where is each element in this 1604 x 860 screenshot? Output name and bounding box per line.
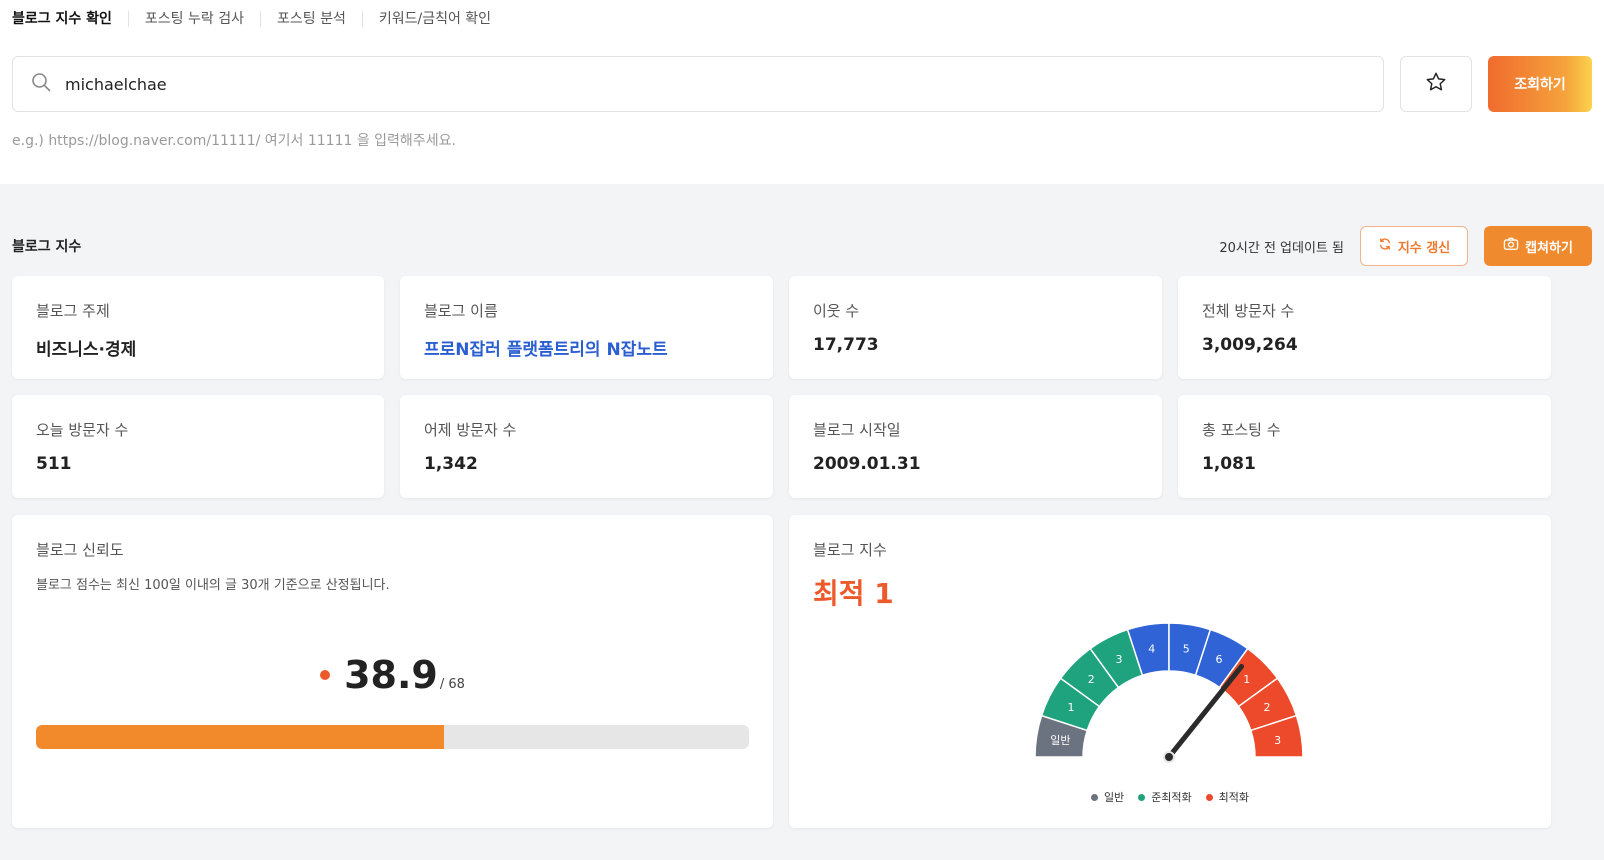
stat-card-start-date: 블로그 시작일 2009.01.31: [789, 395, 1162, 498]
gauge-segment-label: 4: [1148, 642, 1155, 655]
legend-item: 일반: [1090, 789, 1125, 805]
gauge-needle-hub: [1163, 751, 1175, 763]
legend-dot: [1138, 793, 1146, 801]
index-label: 블로그 지수: [813, 541, 887, 559]
query-button[interactable]: 조회하기: [1488, 56, 1592, 112]
stat-label: 총 포스팅 수: [1202, 421, 1281, 439]
legend-dot: [1090, 793, 1098, 801]
tab-blog-index[interactable]: 블로그 지수 확인: [12, 11, 128, 27]
legend-label: 일반: [1103, 791, 1125, 804]
gauge-segment-label: 2: [1088, 673, 1095, 686]
trust-score: 38.9 / 68: [12, 653, 773, 697]
refresh-index-button[interactable]: 지수 갱신: [1360, 226, 1468, 266]
gauge-segment-label: 2: [1264, 701, 1271, 714]
updated-text: 20시간 전 업데이트 됨: [1219, 240, 1344, 256]
gauge-needle: [1166, 663, 1245, 760]
score-max: / 68: [439, 677, 465, 692]
stat-value: 3,009,264: [1202, 335, 1298, 355]
search-box: [12, 56, 1384, 112]
section-title: 블로그 지수: [12, 239, 82, 255]
gauge-segment-label: 6: [1215, 653, 1222, 666]
gauge-segment-label: 1: [1067, 701, 1074, 714]
stat-label: 블로그 이름: [424, 302, 498, 320]
search-input[interactable]: [65, 74, 1365, 94]
trust-progress-bar: [36, 725, 749, 749]
stat-label: 블로그 주제: [36, 302, 110, 320]
refresh-label: 지수 갱신: [1397, 240, 1451, 256]
stat-label: 이웃 수: [813, 302, 860, 320]
gauge-segment-label: 3: [1116, 653, 1123, 666]
capture-label: 캡쳐하기: [1525, 240, 1573, 256]
camera-icon: [1503, 237, 1519, 255]
stat-value: 2009.01.31: [813, 454, 921, 474]
search-row: 조회하기: [12, 56, 1592, 112]
trust-progress-fill: [36, 725, 444, 749]
blog-name-link[interactable]: 프로N잡러 플랫폼트리의 N잡노트: [424, 335, 749, 360]
section-header: 블로그 지수 20시간 전 업데이트 됨 지수 갱신 캡쳐하기: [12, 226, 1592, 266]
stat-card-total-posts: 총 포스팅 수 1,081: [1178, 395, 1551, 498]
index-gauge: 일반 1 2 3 4 5 6 1 2 3: [1034, 622, 1304, 763]
legend-item: 최적화: [1205, 789, 1250, 805]
stat-card-blog-name: 블로그 이름 프로N잡러 플랫폼트리의 N잡노트: [400, 276, 773, 379]
stat-value: 비즈니스·경제: [36, 340, 137, 360]
trust-description: 블로그 점수는 최신 100일 이내의 글 30개 기준으로 산정됩니다.: [36, 578, 390, 593]
stat-card-topic: 블로그 주제 비즈니스·경제: [12, 276, 384, 379]
trust-card: 블로그 신뢰도 블로그 점수는 최신 100일 이내의 글 30개 기준으로 산…: [12, 515, 773, 828]
stat-label: 전체 방문자 수: [1202, 302, 1295, 320]
tab-keyword-check[interactable]: 키워드/금칙어 확인: [361, 11, 507, 27]
stat-label: 어제 방문자 수: [424, 421, 517, 439]
search-hint: e.g.) https://blog.naver.com/11111/ 여기서 …: [12, 133, 456, 149]
legend-dot: [1205, 793, 1213, 801]
legend-label: 준최적화: [1151, 791, 1192, 804]
stat-label: 블로그 시작일: [813, 421, 901, 439]
top-panel: 블로그 지수 확인 포스팅 누락 검사 포스팅 분석 키워드/금칙어 확인 조회…: [0, 0, 1604, 184]
tab-bar: 블로그 지수 확인 포스팅 누락 검사 포스팅 분석 키워드/금칙어 확인: [12, 0, 1592, 38]
tab-missing-check[interactable]: 포스팅 누락 검사: [127, 11, 260, 27]
stat-label: 오늘 방문자 수: [36, 421, 129, 439]
gauge-segment-label: 일반: [1050, 733, 1070, 747]
gauge-segment-label: 3: [1274, 734, 1281, 747]
star-icon: [1425, 71, 1447, 97]
legend-label: 최적화: [1218, 791, 1250, 804]
search-icon: [31, 72, 51, 96]
favorite-button[interactable]: [1400, 56, 1472, 112]
trust-label: 블로그 신뢰도: [36, 541, 124, 559]
stat-card-today-visitors: 오늘 방문자 수 511: [12, 395, 384, 498]
stat-value: 1,081: [1202, 454, 1256, 474]
refresh-icon: [1378, 237, 1392, 255]
legend-item: 준최적화: [1138, 789, 1192, 805]
gauge-segment-label: 1: [1243, 673, 1250, 686]
stat-card-neighbors: 이웃 수 17,773: [789, 276, 1162, 379]
stat-value: 1,342: [424, 454, 478, 474]
stat-value: 511: [36, 454, 72, 474]
score-dot: [320, 670, 331, 680]
index-grade: 최적 1: [813, 577, 894, 610]
capture-button[interactable]: 캡쳐하기: [1484, 226, 1592, 266]
score-value: 38.9: [344, 653, 438, 697]
gauge-legend: 일반 준최적화 최적화: [789, 789, 1551, 805]
stat-card-yesterday-visitors: 어제 방문자 수 1,342: [400, 395, 773, 498]
stat-value: 17,773: [813, 335, 879, 355]
index-card: 블로그 지수 최적 1 일반 1 2 3 4 5 6 1 2 3 일반 준최적화 최적화: [789, 515, 1551, 828]
tab-posting-analysis[interactable]: 포스팅 분석: [259, 11, 362, 27]
gauge-segment-label: 5: [1183, 642, 1190, 655]
stat-card-total-visitors: 전체 방문자 수 3,009,264: [1178, 276, 1551, 379]
